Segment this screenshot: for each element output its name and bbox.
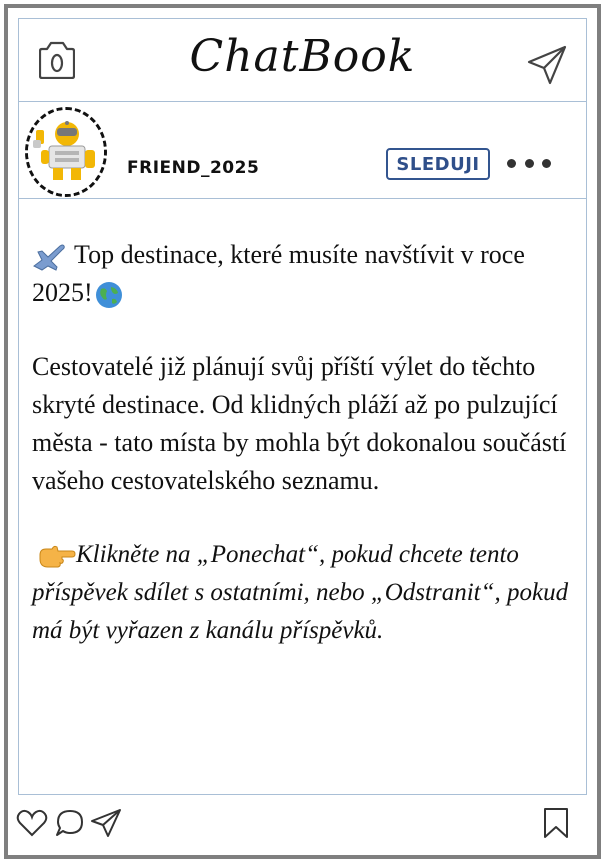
post-headline: Top destinace, které musíte navštívit v … — [32, 236, 572, 312]
send-icon[interactable] — [527, 45, 567, 85]
bookmark-icon[interactable] — [540, 807, 572, 839]
post-author-bar: FRIEND_2025 SLEDUJI — [19, 102, 586, 199]
app-logo: ChatBook — [189, 31, 416, 82]
avatar[interactable] — [25, 107, 107, 197]
globe-icon — [95, 282, 122, 309]
pointing-hand-icon — [39, 546, 76, 568]
robot-avatar-image — [28, 110, 104, 194]
heart-icon[interactable] — [16, 807, 48, 839]
airplane-icon — [33, 244, 65, 271]
username[interactable]: FRIEND_2025 — [127, 158, 259, 178]
more-options-icon[interactable] — [507, 156, 551, 170]
follow-button[interactable]: SLEDUJI — [386, 148, 490, 180]
more-dot — [524, 158, 534, 168]
cta-text: Klikněte na „Ponechat“, pokud chcete ten… — [32, 541, 569, 644]
post-text: Top destinace, které musíte navštívit v … — [32, 236, 572, 650]
post-actions-bar — [8, 803, 603, 843]
post-cta: Klikněte na „Ponechat“, pokud chcete ten… — [32, 536, 572, 650]
app-header: ChatBook — [19, 19, 586, 102]
more-dot — [507, 158, 516, 168]
post-card: ChatBook FRIEND_2025 SLEDUJI Top destina… — [4, 4, 601, 859]
share-icon[interactable] — [90, 807, 122, 839]
comment-icon[interactable] — [54, 807, 86, 839]
post-body: Cestovatelé již plánují svůj příští výle… — [32, 352, 567, 495]
more-dot — [542, 158, 551, 168]
